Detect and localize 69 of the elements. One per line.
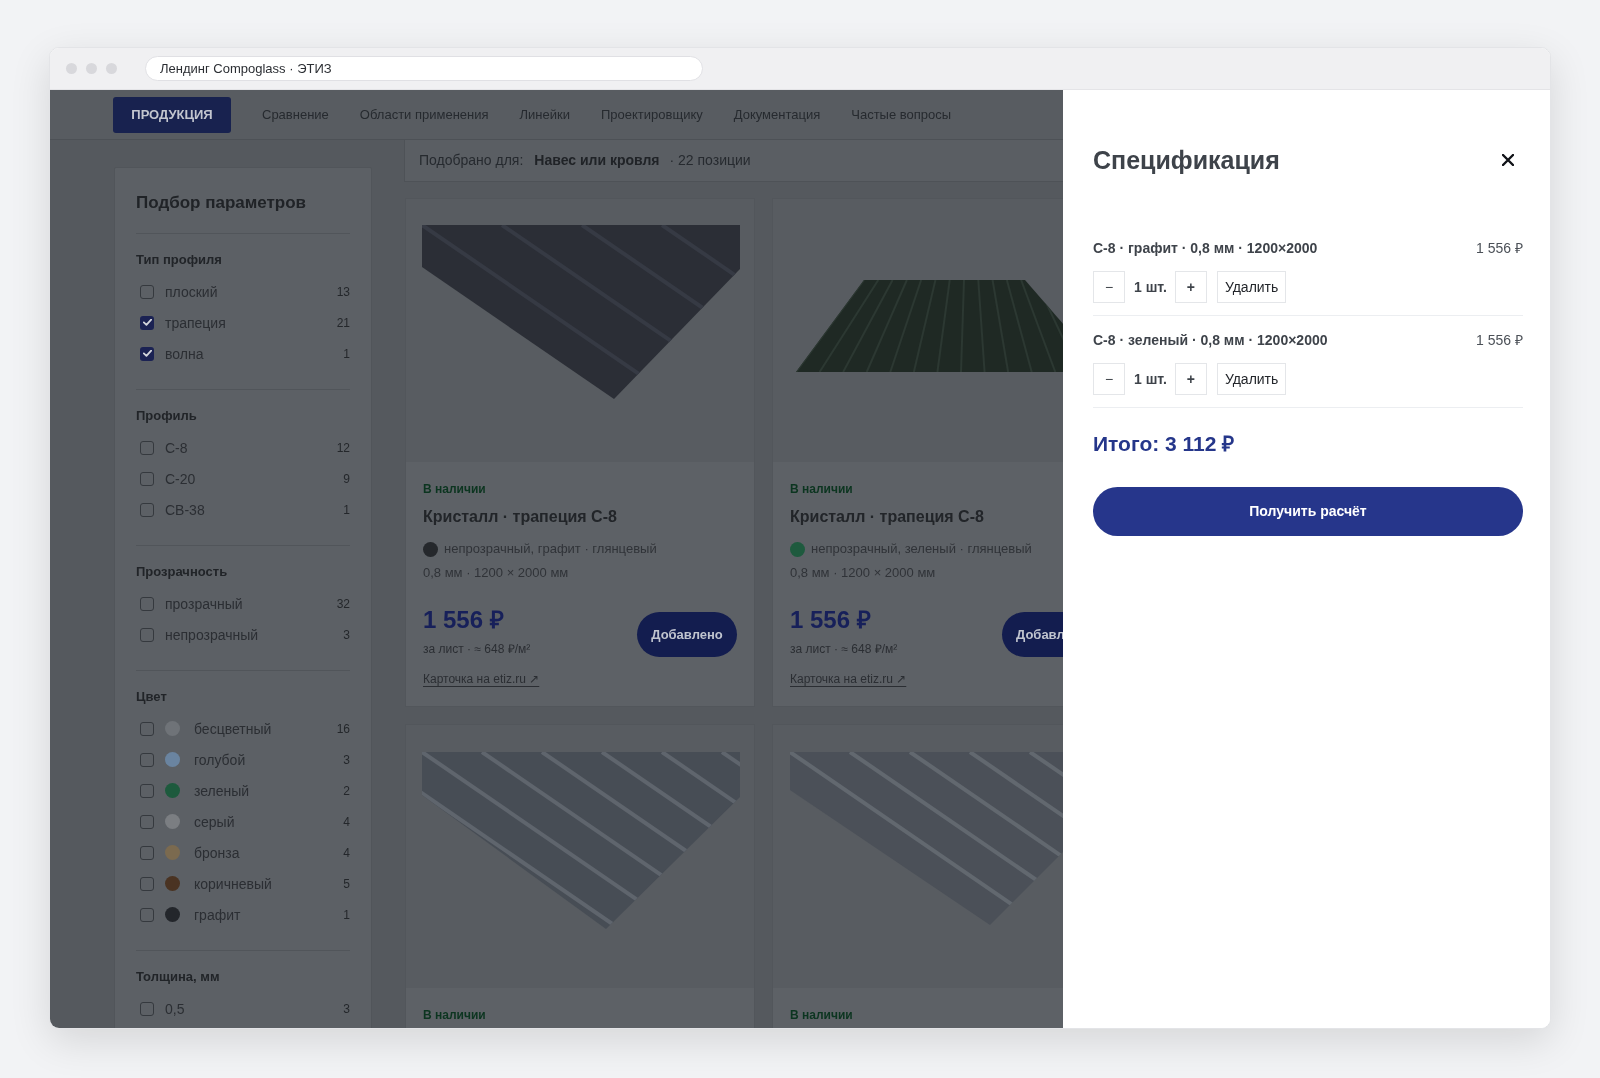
- option-count: 1: [343, 346, 350, 361]
- option-count: 5: [343, 876, 350, 891]
- checkbox[interactable]: [140, 721, 154, 736]
- checkbox[interactable]: [140, 845, 154, 860]
- spec-item-name: С-8 · зеленый · 0,8 мм · 1200×2000: [1093, 331, 1328, 350]
- check-icon: [142, 319, 152, 326]
- get-quote-button[interactable]: Получить расчёт: [1093, 487, 1523, 536]
- check-icon: [142, 350, 152, 357]
- nav-tab[interactable]: ПРОДУКЦИЯ: [113, 96, 231, 133]
- spec-item-price: 1 556 ₽: [1476, 239, 1523, 258]
- remove-button[interactable]: Удалить: [1216, 363, 1287, 395]
- option-count: 4: [343, 814, 350, 829]
- remove-button[interactable]: Удалить: [1216, 271, 1287, 303]
- total-sum: Итого: 3 112 ₽: [1093, 431, 1236, 457]
- filter-group-title: Профиль: [136, 408, 198, 424]
- filter-group-title: Толщина, мм: [136, 969, 221, 985]
- checkbox[interactable]: [140, 783, 154, 798]
- checkbox[interactable]: [140, 346, 154, 361]
- decrement-button[interactable]: −: [1093, 363, 1125, 395]
- checkbox[interactable]: [140, 440, 154, 455]
- stock-status: В наличии: [790, 482, 853, 496]
- quantity-value: 1 шт.: [1134, 278, 1167, 296]
- results-scenario: Навес или кровля: [534, 151, 660, 170]
- checkbox[interactable]: [140, 814, 154, 829]
- increment-button[interactable]: +: [1174, 271, 1207, 303]
- added-button[interactable]: Добавл: [1002, 612, 1063, 657]
- option-count: 1: [343, 907, 350, 922]
- stock-status: В наличии: [423, 482, 486, 496]
- added-button[interactable]: Добавлено: [637, 612, 737, 657]
- option-count: 32: [336, 596, 350, 611]
- drawer-title: Спецификация: [1093, 146, 1280, 174]
- checkbox[interactable]: [140, 502, 154, 517]
- spec-item-name: С-8 · графит · 0,8 мм · 1200×2000: [1093, 239, 1318, 258]
- stock-status: В наличии: [423, 1008, 486, 1022]
- filter-group-title: Цвет: [136, 689, 168, 705]
- filter-group-title: Тип профиля: [136, 252, 223, 268]
- checkbox[interactable]: [140, 627, 154, 642]
- increment-button[interactable]: +: [1174, 363, 1207, 395]
- option-count: 3: [343, 752, 350, 767]
- option-count: 9: [343, 471, 350, 486]
- address-field[interactable]: Лендинг Compoglass · ЭТИЗ: [145, 56, 703, 81]
- checkbox[interactable]: [140, 907, 154, 922]
- option-count: 12: [336, 440, 350, 455]
- decrement-button[interactable]: −: [1093, 271, 1125, 303]
- checkbox[interactable]: [140, 1001, 154, 1016]
- option-count: 4: [343, 845, 350, 860]
- stock-status: В наличии: [790, 1008, 853, 1022]
- checkbox[interactable]: [140, 876, 154, 891]
- checkbox[interactable]: [140, 752, 154, 767]
- product-price: 1 556 ₽: [423, 607, 504, 633]
- checkbox[interactable]: [140, 315, 154, 330]
- option-count: 2: [343, 783, 350, 798]
- checkbox[interactable]: [140, 471, 154, 486]
- option-count: 21: [336, 315, 350, 330]
- filter-panel-title: Подбор параметров: [136, 193, 308, 213]
- option-count: 13: [336, 284, 350, 299]
- checkbox[interactable]: [140, 284, 154, 299]
- filter-group-title: Прозрачность: [136, 564, 229, 580]
- option-count: 1: [343, 502, 350, 517]
- close-icon: [1502, 154, 1514, 166]
- checkbox[interactable]: [140, 596, 154, 611]
- option-count: 16: [336, 721, 350, 736]
- quantity-value: 1 шт.: [1134, 370, 1167, 388]
- spec-item-price: 1 556 ₽: [1476, 331, 1523, 350]
- product-price: 1 556 ₽: [790, 607, 871, 633]
- option-count: 3: [343, 627, 350, 642]
- product-title: Кристалл · трапеция С-8: [423, 507, 617, 527]
- option-count: 3: [343, 1001, 350, 1016]
- product-title: Кристалл · трапеция С-8: [790, 507, 984, 527]
